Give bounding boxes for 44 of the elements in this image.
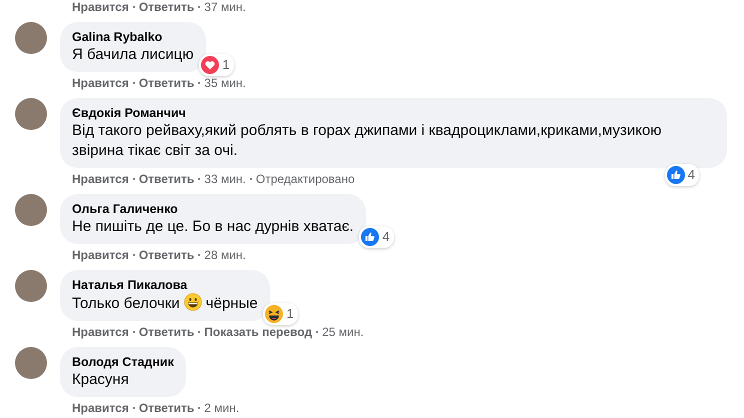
timestamp: 33 мин. xyxy=(204,172,246,186)
action-link[interactable]: Ответить xyxy=(138,248,194,262)
action-link[interactable]: Нравится xyxy=(72,248,129,262)
timestamp: Отредактировано xyxy=(256,172,355,186)
author-name[interactable]: Ольга Галиченко xyxy=(72,201,354,217)
comment-text: Только белочки чёрные xyxy=(72,293,258,314)
author-name[interactable]: Володя Стадник xyxy=(72,354,174,370)
author-name[interactable]: Наталья Пикалова xyxy=(72,277,258,293)
timestamp: 37 мин. xyxy=(204,0,246,14)
timestamp: 28 мин. xyxy=(204,248,246,262)
action-link[interactable]: Нравится xyxy=(72,401,129,415)
action-link[interactable]: Ответить xyxy=(138,76,194,90)
reaction-count[interactable]: 1 xyxy=(263,303,298,325)
timestamp: 35 мин. xyxy=(204,76,246,90)
reaction-count[interactable]: 4 xyxy=(664,164,699,186)
comment-text: Я бачила лисицю xyxy=(72,45,194,65)
comment-text: Красуня xyxy=(72,370,130,390)
heart-reaction-icon xyxy=(201,56,220,74)
author-name[interactable]: Євдокія Романчич xyxy=(72,105,715,121)
action-link[interactable]: Нравится xyxy=(72,325,129,339)
action-link[interactable]: Ответить xyxy=(138,325,194,339)
grinning-emoji-icon xyxy=(184,293,202,311)
author-name[interactable]: Galina Rybalko xyxy=(72,29,194,45)
comment-text: Не пишіть де це. Бо в нас дурнів хватає. xyxy=(72,217,354,237)
laughing-emoji-icon xyxy=(265,305,284,323)
action-link[interactable]: Показать перевод xyxy=(204,325,312,339)
reaction-count[interactable]: 1 xyxy=(199,54,234,76)
action-link[interactable]: Нравится xyxy=(72,0,129,14)
avatar[interactable] xyxy=(15,98,47,130)
timestamp: 2 мин. xyxy=(204,401,240,415)
action-link[interactable]: Ответить xyxy=(138,401,194,415)
thumbs-up-reaction-icon xyxy=(666,166,685,184)
action-link[interactable]: Нравится xyxy=(72,76,129,90)
avatar[interactable] xyxy=(15,194,47,226)
reaction-count[interactable]: 4 xyxy=(359,226,394,248)
avatar[interactable] xyxy=(15,22,47,54)
comment-text: Від такого рейваху,який роблять в горах джипами і квадроциклами,криками,музикою звірина тікає світ за очі. xyxy=(72,121,663,161)
action-link[interactable]: Ответить xyxy=(138,172,194,186)
thumbs-up-reaction-icon xyxy=(361,228,380,246)
avatar[interactable] xyxy=(15,347,47,379)
action-link[interactable]: Ответить xyxy=(138,0,194,14)
timestamp: 25 мин. xyxy=(322,325,364,339)
action-link[interactable]: Нравится xyxy=(72,172,129,186)
avatar[interactable] xyxy=(15,270,47,302)
